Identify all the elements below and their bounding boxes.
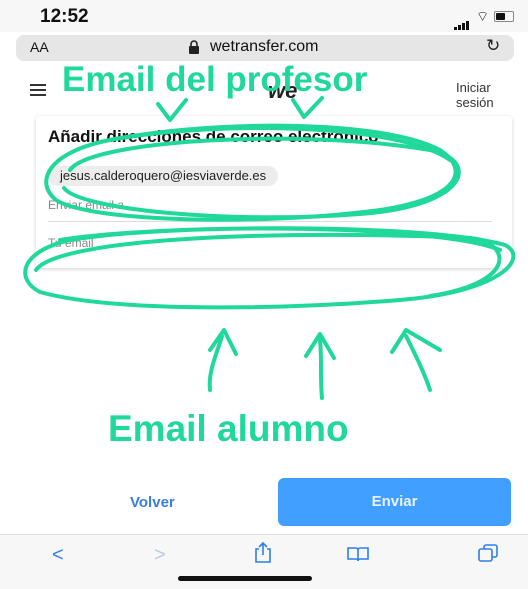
lock-icon (188, 40, 200, 59)
chevron-left-icon[interactable]: < (52, 544, 64, 567)
recipient-email-chip[interactable]: jesus.calderoquero@iesviaverde.es (48, 166, 279, 186)
send-button[interactable]: Enviar (278, 478, 511, 526)
send-to-field[interactable]: Enviar email a (48, 198, 124, 212)
card-title: Añadir direcciones de correo electrónico (48, 127, 379, 146)
status-time: 12:52 (40, 6, 89, 27)
wifi-icon: ⌔ (476, 8, 490, 24)
annotation-student-email: Email alumno (108, 408, 349, 449)
share-icon[interactable] (254, 541, 272, 569)
chevron-right-icon[interactable]: > (154, 544, 166, 567)
back-button[interactable]: Volver (130, 494, 175, 511)
address-bar[interactable]: AA wetransfer.com ↻ (16, 35, 514, 61)
home-indicator (178, 576, 312, 581)
login-link[interactable]: Iniciar sesión (456, 80, 528, 110)
annotation-teacher-email: Email del profesor (62, 60, 368, 99)
divider (48, 221, 492, 222)
text-size-button[interactable]: AA (30, 39, 49, 55)
menu-icon[interactable] (30, 84, 46, 99)
url-domain: wetransfer.com (210, 38, 319, 55)
signal-icon (454, 12, 470, 30)
bookmarks-icon[interactable] (346, 545, 370, 568)
tabs-icon[interactable] (478, 544, 498, 568)
reload-icon[interactable]: ↻ (486, 36, 500, 56)
your-email-field[interactable]: Tu email (48, 236, 94, 250)
battery-icon (494, 11, 514, 22)
